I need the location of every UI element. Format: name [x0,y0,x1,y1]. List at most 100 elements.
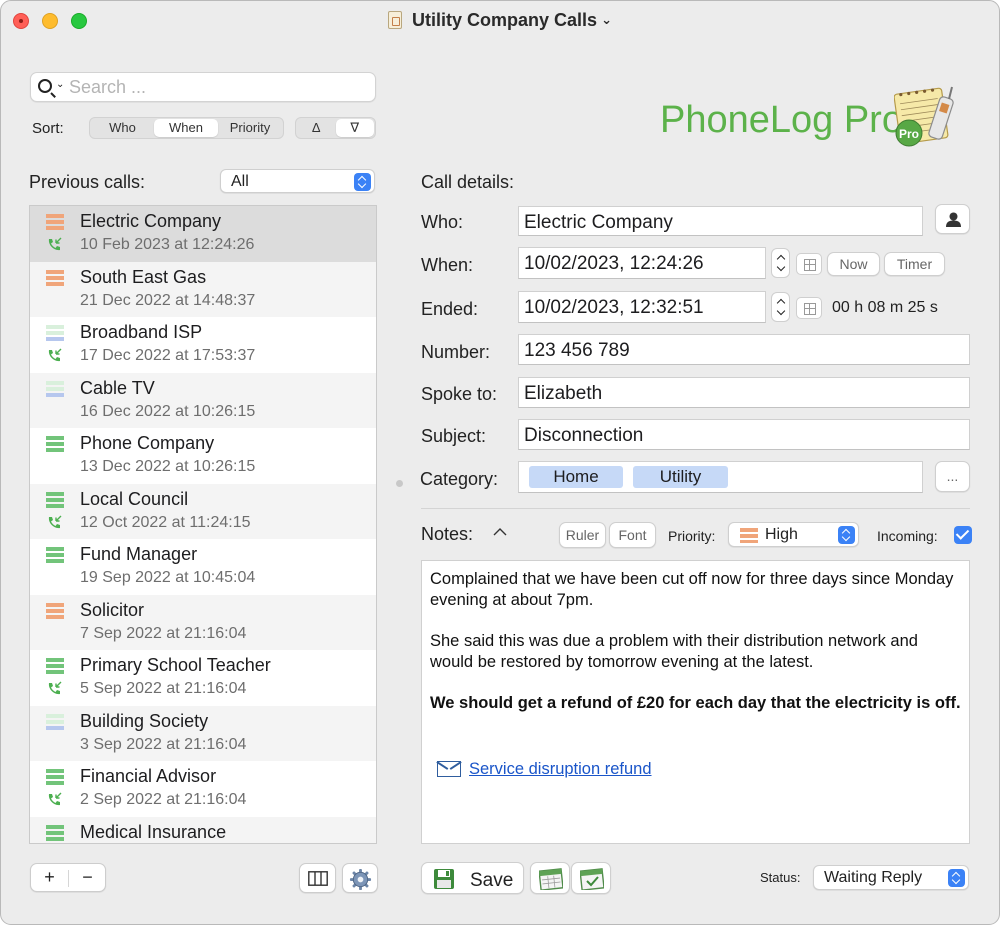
priority-normal-icon [46,436,64,452]
call-list-row[interactable]: Solicitor 7 Sep 2022 at 21:16:04 [30,594,376,650]
priority-normal-icon [46,547,64,563]
priority-high-icon [46,269,64,286]
save-button[interactable]: Save [421,862,524,894]
who-label: Who: [421,212,464,232]
priority-high-icon [740,528,758,543]
now-button[interactable]: Now [827,252,880,276]
incoming-call-icon [48,792,62,806]
category-more-button[interactable]: ... [935,461,970,492]
who-field[interactable]: Electric Company [518,206,923,236]
call-list-row[interactable]: Medical Insurance [30,816,376,843]
collapse-notes-button[interactable] [491,524,509,542]
ended-stepper[interactable] [771,292,790,322]
search-field[interactable]: ⌄ [30,72,376,102]
call-list-row[interactable]: Building Society 3 Sep 2022 at 21:16:04 [30,705,376,761]
call-name: Solicitor [80,599,145,620]
call-list-row[interactable]: Financial Advisor 2 Sep 2022 at 21:16:04 [30,761,376,817]
status-popup[interactable]: Waiting Reply [813,865,969,890]
call-list-row[interactable]: Local Council 12 Oct 2022 at 11:24:15 [30,483,376,539]
priority-normal-icon [46,491,64,508]
call-name: Phone Company [80,433,215,453]
mark-done-button[interactable] [571,862,611,894]
add-call-button[interactable]: + [31,867,68,888]
call-list-row[interactable]: Electric Company 10 Feb 2023 at 12:24:26 [30,206,376,262]
priority-normal-icon [46,769,64,785]
number-label: Number: [421,342,491,362]
call-date: 21 Dec 2022 at 14:48:37 [80,291,256,309]
category-tag[interactable]: Utility [633,466,728,488]
notes-label: Notes: [421,524,474,544]
when-field[interactable]: 10/02/2023, 12:24:26 [518,247,766,279]
incoming-checkbox[interactable] [954,526,972,544]
call-name: Cable TV [80,377,155,398]
call-list-row[interactable]: Broadband ISP 17 Dec 2022 at 17:53:37 [30,317,376,373]
ruler-button[interactable]: Ruler [559,522,606,548]
call-list-row[interactable]: Cable TV 16 Dec 2022 at 10:26:15 [30,372,376,428]
call-list-row[interactable]: South East Gas 21 Dec 2022 at 14:48:37 [30,261,376,317]
calendar-button[interactable] [530,862,570,894]
timer-button[interactable]: Timer [884,252,945,276]
category-tag[interactable]: Home [529,466,623,488]
contact-button[interactable] [935,204,970,234]
add-remove-control: + − [30,863,106,892]
priority-normal-icon [46,824,64,841]
call-name: Primary School Teacher [80,655,271,675]
font-button[interactable]: Font [609,522,656,548]
settings-button[interactable] [342,863,378,893]
sort-by-who[interactable]: Who [91,119,154,137]
app-window: Utility Company Calls⌄ ⌄ Sort: Who When … [0,0,1000,925]
spoke-to-field[interactable]: Elizabeth [518,377,970,408]
call-name: Electric Company [80,211,222,231]
incoming-call-icon [48,348,62,362]
priority-normal-icon [46,658,64,674]
priority-popup[interactable]: High [728,522,859,547]
sort-descending[interactable]: ∇ [335,119,374,137]
call-filter-popup[interactable]: All [220,169,375,193]
popup-arrows-icon [354,173,371,191]
call-list-row[interactable]: Fund Manager 19 Sep 2022 at 10:45:04 [30,539,376,595]
remove-call-button[interactable]: − [69,867,106,888]
when-stepper[interactable] [771,248,790,278]
subject-field[interactable]: Disconnection [518,419,970,450]
ended-field[interactable]: 10/02/2023, 12:32:51 [518,291,766,323]
floppy-disk-icon [434,869,454,889]
calendar-icon [539,868,563,890]
call-details-heading: Call details: [421,172,515,192]
when-calendar-button[interactable] [796,253,822,275]
person-icon [946,212,961,227]
call-list[interactable]: Electric Company 10 Feb 2023 at 12:24:26 S… [29,205,377,844]
document-icon [388,11,403,29]
sort-by-priority[interactable]: Priority [218,119,282,137]
category-label: Category: [420,469,499,489]
call-filter-value: All [231,173,249,190]
window-title-menu[interactable]: Utility Company Calls ⌄ [1,10,999,31]
notes-paragraph: Complained that we have been cut off now… [430,570,954,609]
popup-arrows-icon [838,526,855,544]
popup-arrows-icon [948,869,965,887]
call-date: 5 Sep 2022 at 21:16:04 [80,680,247,697]
columns-icon [308,871,328,886]
subject-label: Subject: [421,426,487,446]
call-list-row[interactable]: Phone Company 13 Dec 2022 at 10:26:15 [30,428,376,484]
call-name: Financial Advisor [80,766,217,786]
search-input[interactable] [69,77,369,98]
notes-text-area[interactable]: Complained that we have been cut off now… [421,560,970,844]
number-field[interactable]: 123 456 789 [518,334,970,365]
call-name: Building Society [80,710,209,731]
split-view-handle[interactable] [396,480,403,487]
call-name: Broadband ISP [80,322,203,342]
incoming-call-icon [48,237,62,251]
priority-high-icon [46,214,64,230]
notes-paragraph: We should get a refund of £20 for each d… [430,694,961,712]
spoke-to-label: Spoke to: [421,384,498,404]
previous-calls-label: Previous calls: [29,172,146,192]
refund-link[interactable]: Service disruption refund [469,760,652,778]
gear-icon [349,868,372,891]
sort-by-when[interactable]: When [154,119,218,137]
sort-segmented-control: Who When Priority [89,117,284,139]
columns-button[interactable] [299,863,336,893]
call-list-row[interactable]: Primary School Teacher 5 Sep 2022 at 21:1… [30,650,376,706]
sort-ascending[interactable]: Δ [297,119,336,137]
call-date: 17 Dec 2022 at 17:53:37 [80,347,256,364]
ended-calendar-button[interactable] [796,297,822,319]
